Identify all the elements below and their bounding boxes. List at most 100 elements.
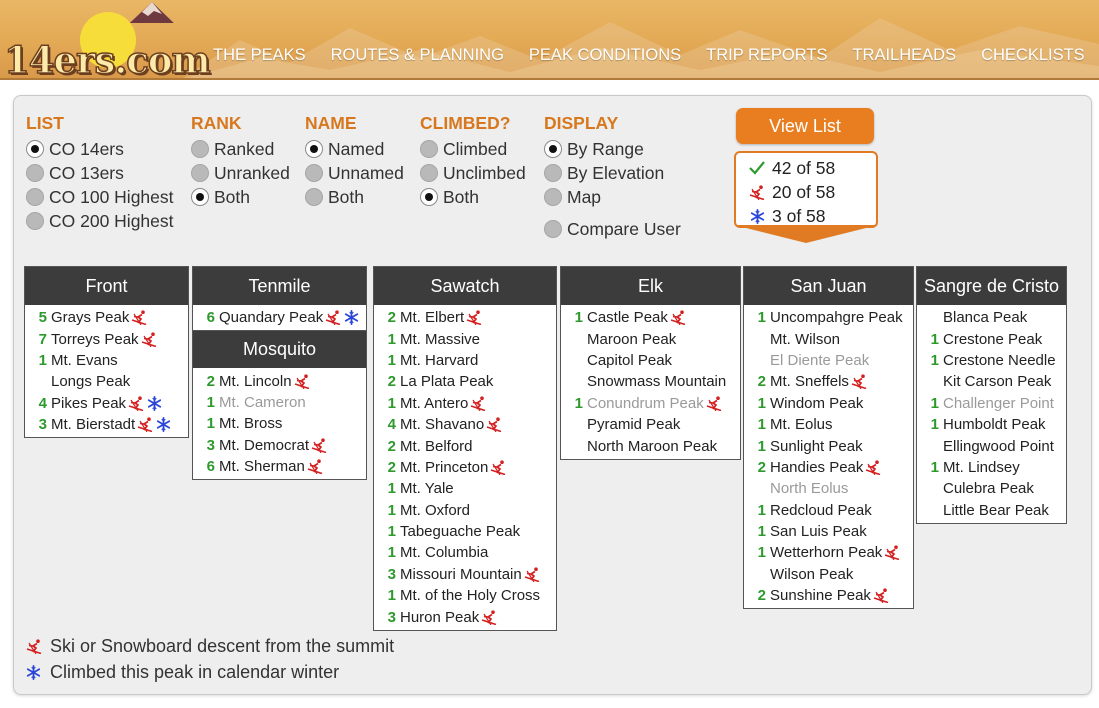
peak-name[interactable]: Mt. Cameron: [219, 394, 306, 411]
peak-name[interactable]: Challenger Point: [943, 395, 1054, 412]
peak-name[interactable]: Torreys Peak: [51, 331, 139, 348]
peak-name[interactable]: Handies Peak: [770, 459, 863, 476]
peak-name[interactable]: Ellingwood Point: [943, 438, 1054, 455]
range-header[interactable]: Sangre de Cristo: [917, 267, 1066, 305]
peak-row[interactable]: 1 Mt. Yale: [374, 478, 556, 499]
peak-row[interactable]: 2 Handies Peak: [744, 457, 913, 478]
peak-row[interactable]: Snowmass Mountain: [561, 371, 740, 392]
peak-name[interactable]: Kit Carson Peak: [943, 373, 1051, 390]
range-header[interactable]: Elk: [561, 267, 740, 305]
peak-row[interactable]: North Eolus: [744, 478, 913, 499]
name-option-both[interactable]: Both: [305, 185, 404, 209]
peak-name[interactable]: Mt. Sneffels: [770, 373, 849, 390]
radio-button[interactable]: [26, 140, 44, 158]
peak-name[interactable]: Crestone Needle: [943, 352, 1056, 369]
display-option-map[interactable]: Map: [544, 185, 681, 209]
peak-row[interactable]: 1 Mt. Bross: [193, 413, 366, 434]
range-header[interactable]: Mosquito: [193, 330, 366, 369]
peak-name[interactable]: Mt. Sherman: [219, 458, 305, 475]
peak-row[interactable]: Ellingwood Point: [917, 435, 1066, 456]
radio-button[interactable]: [26, 188, 44, 206]
peak-name[interactable]: Wetterhorn Peak: [770, 544, 882, 561]
peak-name[interactable]: Castle Peak: [587, 309, 668, 326]
radio-button[interactable]: [191, 140, 209, 158]
radio-button[interactable]: [544, 220, 562, 238]
range-header[interactable]: Tenmile: [193, 267, 366, 305]
range-header[interactable]: Front: [25, 267, 188, 305]
peak-row[interactable]: 4 Pikes Peak: [25, 393, 188, 414]
peak-name[interactable]: North Eolus: [770, 480, 848, 497]
peak-name[interactable]: Blanca Peak: [943, 309, 1027, 326]
peak-name[interactable]: Missouri Mountain: [400, 566, 522, 583]
peak-row[interactable]: 1 Uncompahgre Peak: [744, 307, 913, 328]
peak-row[interactable]: 1 Mt. Harvard: [374, 350, 556, 371]
peak-row[interactable]: 2 Mt. Lincoln: [193, 370, 366, 391]
peak-row[interactable]: Little Bear Peak: [917, 500, 1066, 521]
radio-button[interactable]: [420, 164, 438, 182]
nav-routes-planning[interactable]: ROUTES & PLANNING: [331, 46, 504, 65]
peak-row[interactable]: 2 Mt. Belford: [374, 435, 556, 456]
peak-name[interactable]: Windom Peak: [770, 395, 863, 412]
display-option-by-range[interactable]: By Range: [544, 137, 681, 161]
list-option-co200[interactable]: CO 200 Highest: [26, 209, 174, 233]
peak-row[interactable]: Longs Peak: [25, 371, 188, 392]
peak-row[interactable]: 1 Sunlight Peak: [744, 435, 913, 456]
peak-row[interactable]: 5 Grays Peak: [25, 307, 188, 328]
peak-name[interactable]: Conundrum Peak: [587, 395, 704, 412]
peak-row[interactable]: 1 San Luis Peak: [744, 521, 913, 542]
peak-row[interactable]: 1 Humboldt Peak: [917, 414, 1066, 435]
radio-button[interactable]: [305, 140, 323, 158]
peak-row[interactable]: Mt. Wilson: [744, 328, 913, 349]
peak-name[interactable]: Quandary Peak: [219, 309, 323, 326]
peak-name[interactable]: Mt. Massive: [400, 331, 480, 348]
peak-name[interactable]: Mt. Eolus: [770, 416, 833, 433]
peak-row[interactable]: 1 Mt. Antero: [374, 393, 556, 414]
peak-row[interactable]: 1 Challenger Point: [917, 393, 1066, 414]
radio-button[interactable]: [191, 188, 209, 206]
peak-row[interactable]: 2 Mt. Princeton: [374, 457, 556, 478]
peak-name[interactable]: Mt. Shavano: [400, 416, 484, 433]
list-option-co14ers[interactable]: CO 14ers: [26, 137, 174, 161]
rank-option-both[interactable]: Both: [191, 185, 290, 209]
peak-name[interactable]: Sunlight Peak: [770, 438, 863, 455]
peak-row[interactable]: 1 Mt. Cameron: [193, 392, 366, 413]
peak-row[interactable]: 6 Mt. Sherman: [193, 456, 366, 477]
peak-row[interactable]: Pyramid Peak: [561, 414, 740, 435]
peak-name[interactable]: Mt. Yale: [400, 480, 454, 497]
peak-row[interactable]: North Maroon Peak: [561, 435, 740, 456]
peak-row[interactable]: 1 Windom Peak: [744, 393, 913, 414]
peak-row[interactable]: 1 Castle Peak: [561, 307, 740, 328]
range-header[interactable]: San Juan: [744, 267, 913, 305]
peak-name[interactable]: Mt. Elbert: [400, 309, 464, 326]
peak-row[interactable]: Culebra Peak: [917, 478, 1066, 499]
peak-name[interactable]: Mt. Wilson: [770, 331, 840, 348]
radio-button[interactable]: [420, 140, 438, 158]
peak-row[interactable]: 1 Wetterhorn Peak: [744, 542, 913, 563]
radio-button[interactable]: [544, 188, 562, 206]
peak-row[interactable]: 1 Conundrum Peak: [561, 393, 740, 414]
peak-name[interactable]: Mt. Princeton: [400, 459, 488, 476]
peak-row[interactable]: 1 Crestone Peak: [917, 328, 1066, 349]
peak-name[interactable]: Humboldt Peak: [943, 416, 1046, 433]
nav-the-peaks[interactable]: THE PEAKS: [213, 46, 306, 65]
peak-name[interactable]: Mt. Belford: [400, 438, 473, 455]
nav-trailheads[interactable]: TRAILHEADS: [852, 46, 956, 65]
peak-row[interactable]: 1 Mt. Oxford: [374, 500, 556, 521]
rank-option-ranked[interactable]: Ranked: [191, 137, 290, 161]
peak-name[interactable]: Crestone Peak: [943, 331, 1042, 348]
peak-name[interactable]: Mt. Antero: [400, 395, 468, 412]
peak-row[interactable]: Blanca Peak: [917, 307, 1066, 328]
peak-name[interactable]: Mt. Columbia: [400, 544, 488, 561]
peak-name[interactable]: Grays Peak: [51, 309, 129, 326]
peak-row[interactable]: 3 Mt. Bierstadt: [25, 414, 188, 435]
site-logo[interactable]: 14ers.com: [3, 2, 211, 78]
name-option-named[interactable]: Named: [305, 137, 404, 161]
peak-name[interactable]: Huron Peak: [400, 609, 479, 626]
peak-row[interactable]: Maroon Peak: [561, 328, 740, 349]
peak-row[interactable]: Kit Carson Peak: [917, 371, 1066, 392]
peak-name[interactable]: Sunshine Peak: [770, 587, 871, 604]
peak-name[interactable]: Culebra Peak: [943, 480, 1034, 497]
peak-name[interactable]: San Luis Peak: [770, 523, 867, 540]
peak-row[interactable]: 1 Mt. Eolus: [744, 414, 913, 435]
peak-row[interactable]: 3 Missouri Mountain: [374, 564, 556, 585]
